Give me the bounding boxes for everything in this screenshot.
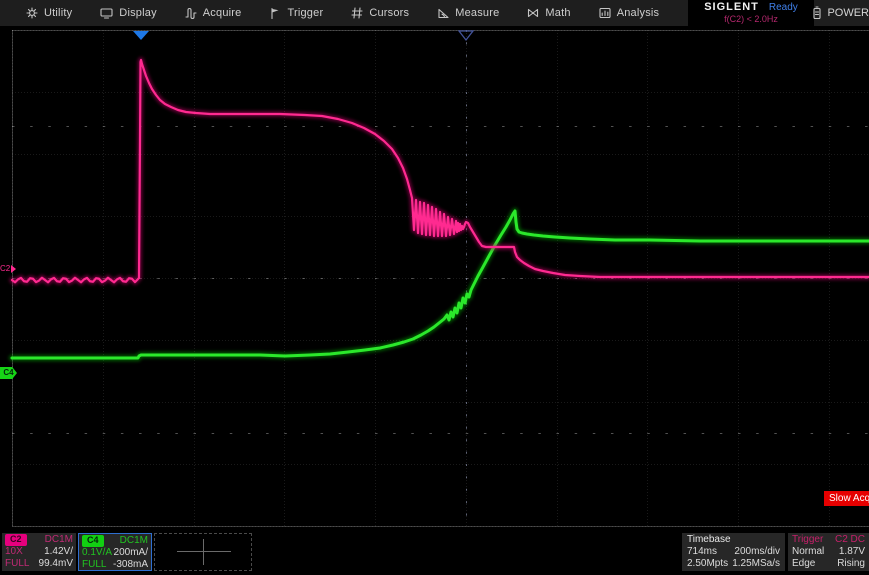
pulse-icon xyxy=(185,7,197,19)
menu-trigger-label: Trigger xyxy=(287,7,323,19)
c2-attenuation: 10X xyxy=(5,546,23,558)
trigger-type: Edge xyxy=(792,558,815,570)
flag-icon xyxy=(269,7,281,19)
c4-bandwidth: FULL xyxy=(82,559,106,571)
menu-trigger[interactable]: Trigger xyxy=(255,0,337,26)
trigger-position-marker xyxy=(133,31,149,40)
menu-math-label: Math xyxy=(545,7,570,19)
menu-cursors[interactable]: Cursors xyxy=(337,0,423,26)
trigger-delay-marker xyxy=(459,31,473,40)
menu-acquire-label: Acquire xyxy=(203,7,242,19)
main-menu: Utility Display Acquire Trigger xyxy=(0,0,673,26)
protractor-icon xyxy=(437,7,449,19)
timebase-delay: 714ms xyxy=(687,546,717,558)
c2-position-label: C2 xyxy=(0,263,10,274)
timebase-samplerate: 1.25MSa/s xyxy=(732,558,780,570)
menu-utility-label: Utility xyxy=(44,7,72,19)
c2-scale: 1.42V/ xyxy=(44,546,73,558)
menu-math[interactable]: Math xyxy=(513,0,584,26)
c2-position-arrow-icon xyxy=(11,265,16,273)
trigger-slope: Rising xyxy=(837,558,865,570)
menu-cursors-label: Cursors xyxy=(369,7,409,19)
slow-acq-badge: Slow Acq xyxy=(824,491,869,506)
trigger-source: C2 DC xyxy=(835,534,865,546)
c4-offset: -308mA xyxy=(113,559,148,571)
top-menu-bar: Utility Display Acquire Trigger xyxy=(0,0,869,26)
c2-coupling: DC1M xyxy=(45,534,73,546)
gear-icon xyxy=(26,7,38,19)
siglent-logo: SIGLENT xyxy=(704,2,759,13)
c2-position-marker[interactable]: C2 xyxy=(0,263,16,274)
add-channel-plus-icon xyxy=(203,539,204,565)
timebase-title: Timebase xyxy=(687,534,731,546)
hash-icon xyxy=(351,7,363,19)
menu-analysis-label: Analysis xyxy=(617,7,660,19)
add-channel-plus-icon xyxy=(177,551,231,552)
waveform-display[interactable] xyxy=(0,0,869,575)
c2-offset: 99.4mV xyxy=(39,558,73,570)
c4-scale: 200mA/ xyxy=(114,547,148,559)
c4-coupling: DC1M xyxy=(120,535,148,547)
menu-analysis[interactable]: Analysis xyxy=(585,0,674,26)
brand-status-box: SIGLENT Ready f(C2) < 2.0Hz xyxy=(688,0,814,26)
menu-measure[interactable]: Measure xyxy=(423,0,513,26)
bowtie-icon xyxy=(527,7,539,19)
trigger-level: 1.87V xyxy=(839,546,865,558)
c4-badge: C4 xyxy=(82,535,104,547)
power-menu[interactable]: POWER xyxy=(812,0,869,26)
chart-icon xyxy=(599,7,611,19)
monitor-icon xyxy=(100,7,113,19)
trigger-title: Trigger xyxy=(792,534,823,546)
c2-badge: C2 xyxy=(5,534,27,546)
menu-measure-label: Measure xyxy=(455,7,499,19)
channel-c4-box[interactable]: C4 DC1M 0.1V/A 200mA/ FULL -308mA xyxy=(78,533,152,571)
menu-utility[interactable]: Utility xyxy=(12,0,86,26)
c4-attenuation: 0.1V/A xyxy=(82,547,112,559)
add-channel-box[interactable] xyxy=(154,533,252,571)
menu-acquire[interactable]: Acquire xyxy=(171,0,256,26)
acquisition-state: Ready xyxy=(769,2,798,13)
power-label: POWER xyxy=(827,7,869,19)
menu-display-label: Display xyxy=(119,7,156,19)
timebase-scale: 200ms/div xyxy=(734,546,780,558)
trigger-frequency-readout: f(C2) < 2.0Hz xyxy=(724,14,778,25)
battery-icon xyxy=(812,6,822,20)
trigger-mode: Normal xyxy=(792,546,824,558)
c2-bandwidth: FULL xyxy=(5,558,29,570)
timebase-memdepth: 2.50Mpts xyxy=(687,558,728,570)
bottom-status-bar: C2 DC1M 10X 1.42V/ FULL 99.4mV C4 DC1M 0… xyxy=(0,528,869,575)
trigger-box[interactable]: Trigger C2 DC Normal 1.87V Edge Rising xyxy=(788,533,869,571)
channel-c2-box[interactable]: C2 DC1M 10X 1.42V/ FULL 99.4mV xyxy=(2,533,76,571)
menu-display[interactable]: Display xyxy=(86,0,170,26)
timebase-box[interactable]: Timebase 714ms 200ms/div 2.50Mpts 1.25MS… xyxy=(682,533,785,571)
